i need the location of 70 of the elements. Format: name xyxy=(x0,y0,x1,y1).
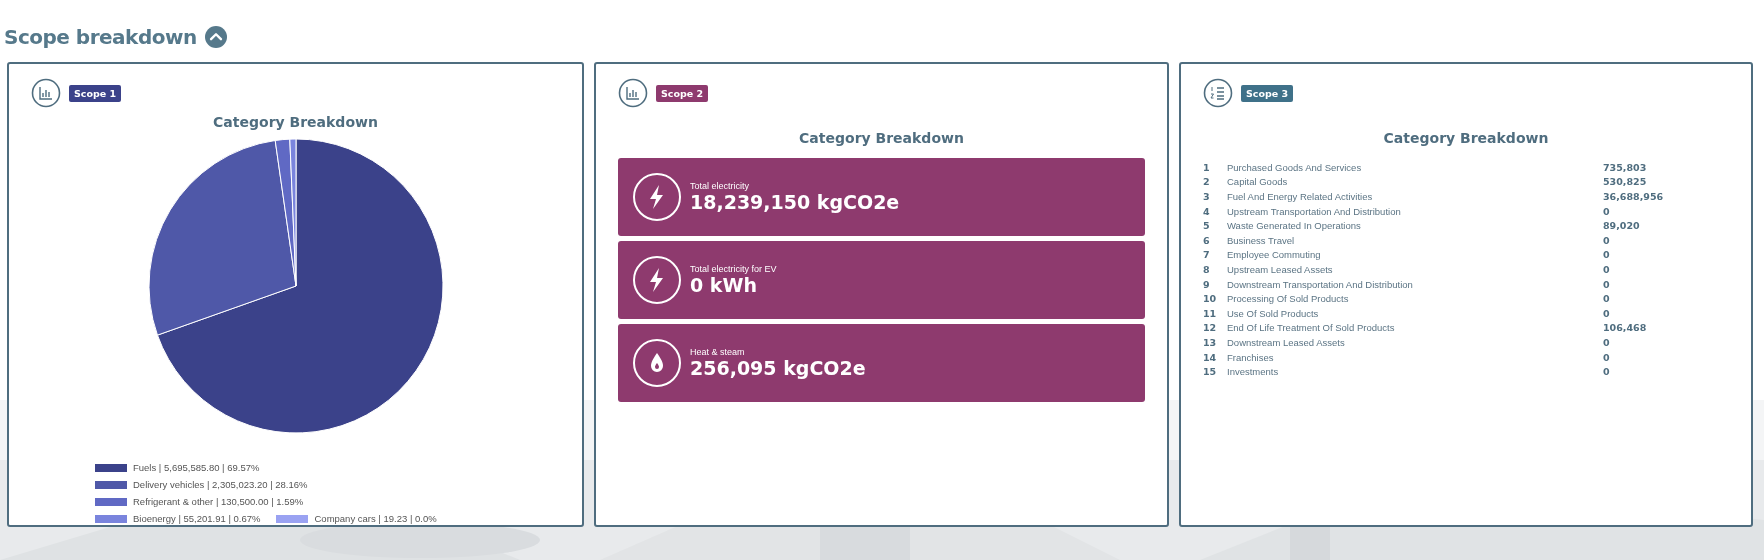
category-name: Upstream Transportation And Distribution xyxy=(1227,205,1402,217)
numbered-list-icon xyxy=(1203,78,1233,108)
row-number: 8 xyxy=(1203,263,1211,275)
row-number: 9 xyxy=(1203,278,1211,290)
category-value: 0 xyxy=(1603,293,1610,305)
category-value: 0 xyxy=(1603,278,1610,290)
category-name: Downstream Transportation And Distribution xyxy=(1227,278,1414,290)
category-value: 0 xyxy=(1603,336,1610,348)
legend-label: Refrigerant & other | 130,500.00 | 1.59% xyxy=(133,496,304,507)
tile-label: Total electricity for EV xyxy=(690,264,777,274)
row-number: 11 xyxy=(1203,307,1218,319)
category-name: Processing Of Sold Products xyxy=(1227,293,1350,305)
row-number: 10 xyxy=(1203,293,1218,305)
category-value: 0 xyxy=(1603,205,1610,217)
scope-badge: Scope 1 xyxy=(69,84,122,102)
bar-chart-icon xyxy=(618,78,648,108)
row-number: 5 xyxy=(1203,220,1211,232)
card-heading: Category Breakdown xyxy=(212,114,379,130)
legend-label: Fuels | 5,695,585.80 | 69.57% xyxy=(133,462,260,473)
category-value: 0 xyxy=(1603,234,1610,246)
category-name: Employee Commuting xyxy=(1227,249,1322,261)
card-heading: Category Breakdown xyxy=(798,130,965,146)
row-number: 4 xyxy=(1203,205,1211,217)
tile-value: 256,095 kgCO2e xyxy=(690,357,866,379)
category-value: 0 xyxy=(1603,307,1610,319)
row-number: 1 xyxy=(1203,161,1211,173)
row-number: 6 xyxy=(1203,234,1211,246)
tile-value: 18,239,150 kgCO2e xyxy=(690,191,900,213)
lightning-icon xyxy=(632,255,682,305)
tile-label: Total electricity xyxy=(690,181,751,191)
row-number: 15 xyxy=(1203,366,1218,378)
category-name: End Of Life Treatment Of Sold Products xyxy=(1227,322,1396,334)
category-value: 0 xyxy=(1603,351,1610,363)
tile-value: 0 kWh xyxy=(690,274,758,296)
category-name: Downstream Leased Assets xyxy=(1227,336,1346,348)
category-name: Use Of Sold Products xyxy=(1227,307,1320,319)
category-value: 89,020 xyxy=(1603,220,1640,232)
row-number: 7 xyxy=(1203,249,1211,261)
category-value: 106,468 xyxy=(1603,322,1647,334)
category-value: 530,825 xyxy=(1603,176,1647,188)
category-value: 735,803 xyxy=(1603,161,1647,173)
drop-icon xyxy=(632,338,682,388)
category-name: Purchased Goods And Services xyxy=(1227,161,1363,173)
lightning-icon xyxy=(632,172,682,222)
row-number: 14 xyxy=(1203,351,1218,363)
collapse-toggle-icon[interactable] xyxy=(204,26,227,48)
category-value: 0 xyxy=(1603,366,1610,378)
scope-badge: Scope 2 xyxy=(656,84,709,102)
category-name: Capital Goods xyxy=(1227,176,1289,188)
legend-label: Company cars | 19.23 | 0.0% xyxy=(314,513,437,524)
category-value: 36,688,956 xyxy=(1603,191,1664,202)
row-number: 2 xyxy=(1203,176,1211,188)
tile-label: Heat & steam xyxy=(690,347,746,357)
category-name: Investments xyxy=(1227,366,1280,378)
scope-badge: Scope 3 xyxy=(1241,84,1294,102)
category-name: Upstream Leased Assets xyxy=(1227,263,1334,275)
category-name: Fuel And Energy Related Activities xyxy=(1227,191,1374,202)
category-value: 0 xyxy=(1603,249,1610,261)
legend-label: Delivery vehicles | 2,305,023.20 | 28.16% xyxy=(133,479,308,490)
category-name: Franchises xyxy=(1227,351,1275,363)
row-number: 12 xyxy=(1203,322,1218,334)
row-number: 13 xyxy=(1203,336,1218,348)
card-heading: Category Breakdown xyxy=(1382,130,1550,146)
category-name: Waste Generated In Operations xyxy=(1227,220,1362,232)
bar-chart-icon xyxy=(31,78,61,108)
category-value: 0 xyxy=(1603,263,1610,275)
section-title: Scope breakdown xyxy=(4,25,197,49)
legend-label: Bioenergy | 55,201.91 | 0.67% xyxy=(133,513,261,524)
row-number: 3 xyxy=(1203,191,1211,202)
category-name: Business Travel xyxy=(1227,234,1296,246)
